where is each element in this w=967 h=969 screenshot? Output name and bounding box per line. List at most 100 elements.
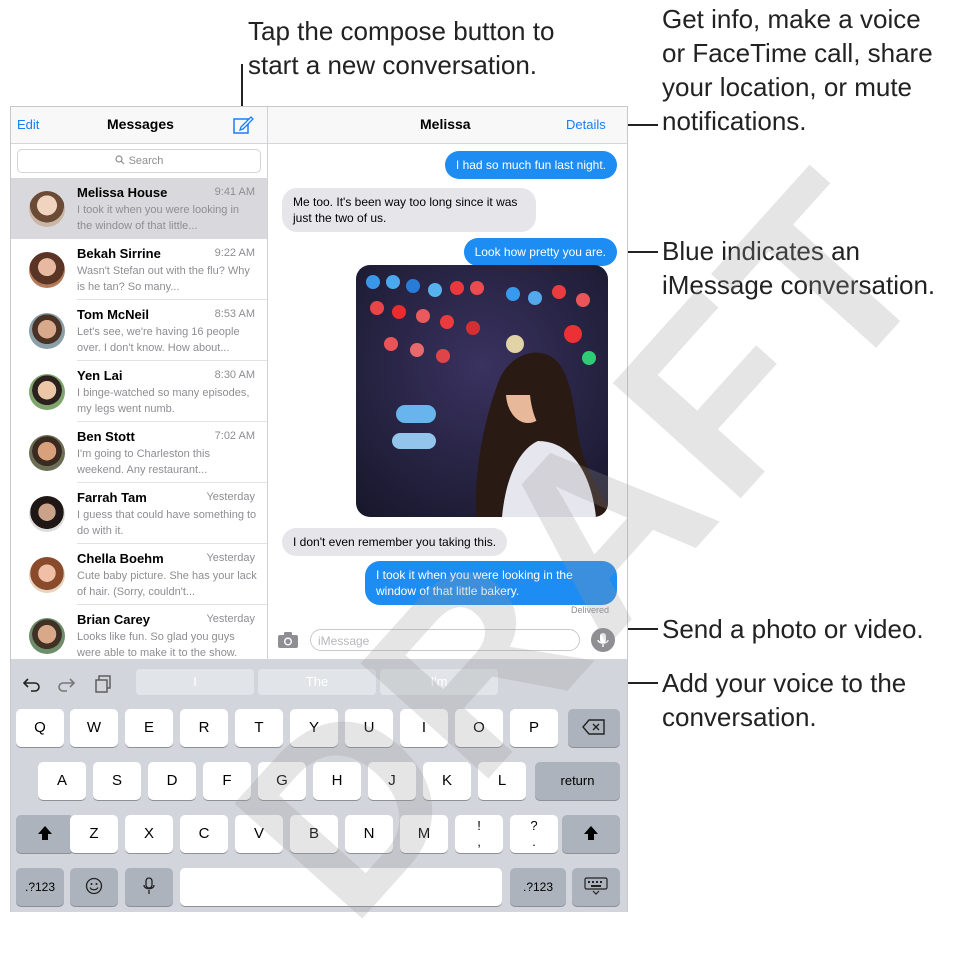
- message-bubble-sent[interactable]: Look how pretty you are.: [463, 238, 617, 266]
- key-w[interactable]: W: [70, 709, 118, 747]
- message-bubble-received[interactable]: I don't even remember you taking this.: [282, 528, 508, 556]
- camera-icon[interactable]: [277, 631, 299, 649]
- avatar: [29, 618, 65, 654]
- conversation-row[interactable]: Melissa House 9:41 AM I took it when you…: [11, 178, 267, 239]
- message-time: 7:02 AM: [214, 430, 255, 442]
- space-key[interactable]: [180, 868, 502, 906]
- message-bubble-sent[interactable]: I took it when you were looking in the w…: [365, 561, 617, 605]
- key-o[interactable]: O: [455, 709, 503, 747]
- message-time: Yesterday: [206, 613, 255, 625]
- key-v[interactable]: V: [235, 815, 283, 853]
- suggestion[interactable]: The: [258, 669, 376, 695]
- message-input[interactable]: iMessage: [310, 629, 580, 651]
- key-f[interactable]: F: [203, 762, 251, 800]
- contact-name: Brian Carey: [77, 612, 150, 627]
- message-time: 9:41 AM: [214, 186, 255, 198]
- search-input[interactable]: Search: [17, 149, 261, 173]
- numbers-key-left[interactable]: .?123: [16, 868, 64, 906]
- conversation-row[interactable]: Brian Carey Yesterday Looks like fun. So…: [11, 605, 267, 666]
- key-g[interactable]: G: [258, 762, 306, 800]
- message-preview: I took it when you were looking in the w…: [77, 204, 240, 232]
- key-p[interactable]: P: [510, 709, 558, 747]
- key-q[interactable]: Q: [16, 709, 64, 747]
- message-time: Yesterday: [206, 491, 255, 503]
- details-button[interactable]: Details: [566, 117, 606, 132]
- contact-name: Yen Lai: [77, 368, 123, 383]
- contact-name: Tom McNeil: [77, 307, 149, 322]
- edit-button[interactable]: Edit: [17, 117, 39, 132]
- key-i[interactable]: I: [400, 709, 448, 747]
- key-u[interactable]: U: [345, 709, 393, 747]
- key-z[interactable]: Z: [70, 815, 118, 853]
- key-b[interactable]: B: [290, 815, 338, 853]
- conversation-row[interactable]: Chella Boehm Yesterday Cute baby picture…: [11, 544, 267, 605]
- key-exclamation-comma[interactable]: ! ,: [455, 815, 503, 853]
- message-time: 9:22 AM: [214, 247, 255, 259]
- suggestion[interactable]: I'm: [380, 669, 498, 695]
- shift-key-left[interactable]: [16, 815, 74, 853]
- emoji-key[interactable]: [70, 868, 118, 906]
- key-d[interactable]: D: [148, 762, 196, 800]
- sidebar-title: Messages: [107, 116, 174, 132]
- callout-line: Blue indicates an: [662, 236, 861, 266]
- message-bubble-received[interactable]: Me too. It's been way too long since it …: [282, 188, 536, 232]
- numbers-key-right[interactable]: .?123: [510, 868, 566, 906]
- details-callout: Get info, make a voice or FaceTime call,…: [662, 2, 933, 138]
- callout-line: Get info, make a voice: [662, 4, 921, 34]
- message-time: 8:53 AM: [214, 308, 255, 320]
- key-k[interactable]: K: [423, 762, 471, 800]
- redo-icon[interactable]: [57, 676, 75, 692]
- key-l[interactable]: L: [478, 762, 526, 800]
- key-x[interactable]: X: [125, 815, 173, 853]
- delete-key[interactable]: [568, 709, 620, 747]
- key-question-period[interactable]: ? .: [510, 815, 558, 853]
- callout-line: start a new conversation.: [248, 50, 538, 80]
- key-h[interactable]: H: [313, 762, 361, 800]
- delivered-status: Delivered: [570, 605, 609, 615]
- delete-icon: [582, 719, 605, 735]
- callout-line: notifications.: [662, 106, 807, 136]
- keyboard-icon: [584, 877, 608, 895]
- conversation-row[interactable]: Tom McNeil 8:53 AM Let's see, we're havi…: [11, 300, 267, 361]
- key-e[interactable]: E: [125, 709, 173, 747]
- key-n[interactable]: N: [345, 815, 393, 853]
- message-input-bar: iMessage: [268, 621, 627, 659]
- key-t[interactable]: T: [235, 709, 283, 747]
- conversation-row[interactable]: Bekah Sirrine 9:22 AM Wasn't Stefan out …: [11, 239, 267, 300]
- avatar: [29, 374, 65, 410]
- microphone-icon: [597, 633, 609, 647]
- suggestion[interactable]: I: [136, 669, 254, 695]
- message-preview: I binge-watched so many episodes, my leg…: [77, 387, 250, 415]
- compose-icon[interactable]: [233, 115, 255, 135]
- key-a[interactable]: A: [38, 762, 86, 800]
- conversation-row[interactable]: Ben Stott 7:02 AM I'm going to Charlesto…: [11, 422, 267, 483]
- shift-key-right[interactable]: [562, 815, 620, 853]
- voice-callout: Add your voice to the conversation.: [662, 666, 906, 734]
- undo-icon[interactable]: [23, 676, 41, 692]
- conversation-row[interactable]: Yen Lai 8:30 AM I binge-watched so many …: [11, 361, 267, 422]
- message-preview: I guess that could have something to do …: [77, 509, 257, 537]
- key-y[interactable]: Y: [290, 709, 338, 747]
- emoji-icon: [85, 877, 103, 895]
- photo-message[interactable]: [356, 265, 608, 517]
- contact-name: Bekah Sirrine: [77, 246, 161, 261]
- message-bubble-sent[interactable]: I had so much fun last night.: [444, 151, 617, 179]
- hide-keyboard-key[interactable]: [572, 868, 620, 906]
- key-s[interactable]: S: [93, 762, 141, 800]
- avatar: [29, 313, 65, 349]
- voice-record-button[interactable]: [591, 628, 615, 652]
- contact-name: Melissa House: [77, 185, 168, 200]
- paste-icon[interactable]: [95, 675, 111, 693]
- conversation-row[interactable]: Farrah Tam Yesterday I guess that could …: [11, 483, 267, 544]
- key-j[interactable]: J: [368, 762, 416, 800]
- dictation-key[interactable]: [125, 868, 173, 906]
- message-time: Yesterday: [206, 552, 255, 564]
- message-preview: Let's see, we're having 16 people over. …: [77, 326, 240, 354]
- key-r[interactable]: R: [180, 709, 228, 747]
- key-m[interactable]: M: [400, 815, 448, 853]
- contact-name: Farrah Tam: [77, 490, 147, 505]
- avatar: [29, 191, 65, 227]
- compose-callout: Tap the compose button to start a new co…: [248, 14, 554, 82]
- key-c[interactable]: C: [180, 815, 228, 853]
- return-key[interactable]: return: [535, 762, 620, 800]
